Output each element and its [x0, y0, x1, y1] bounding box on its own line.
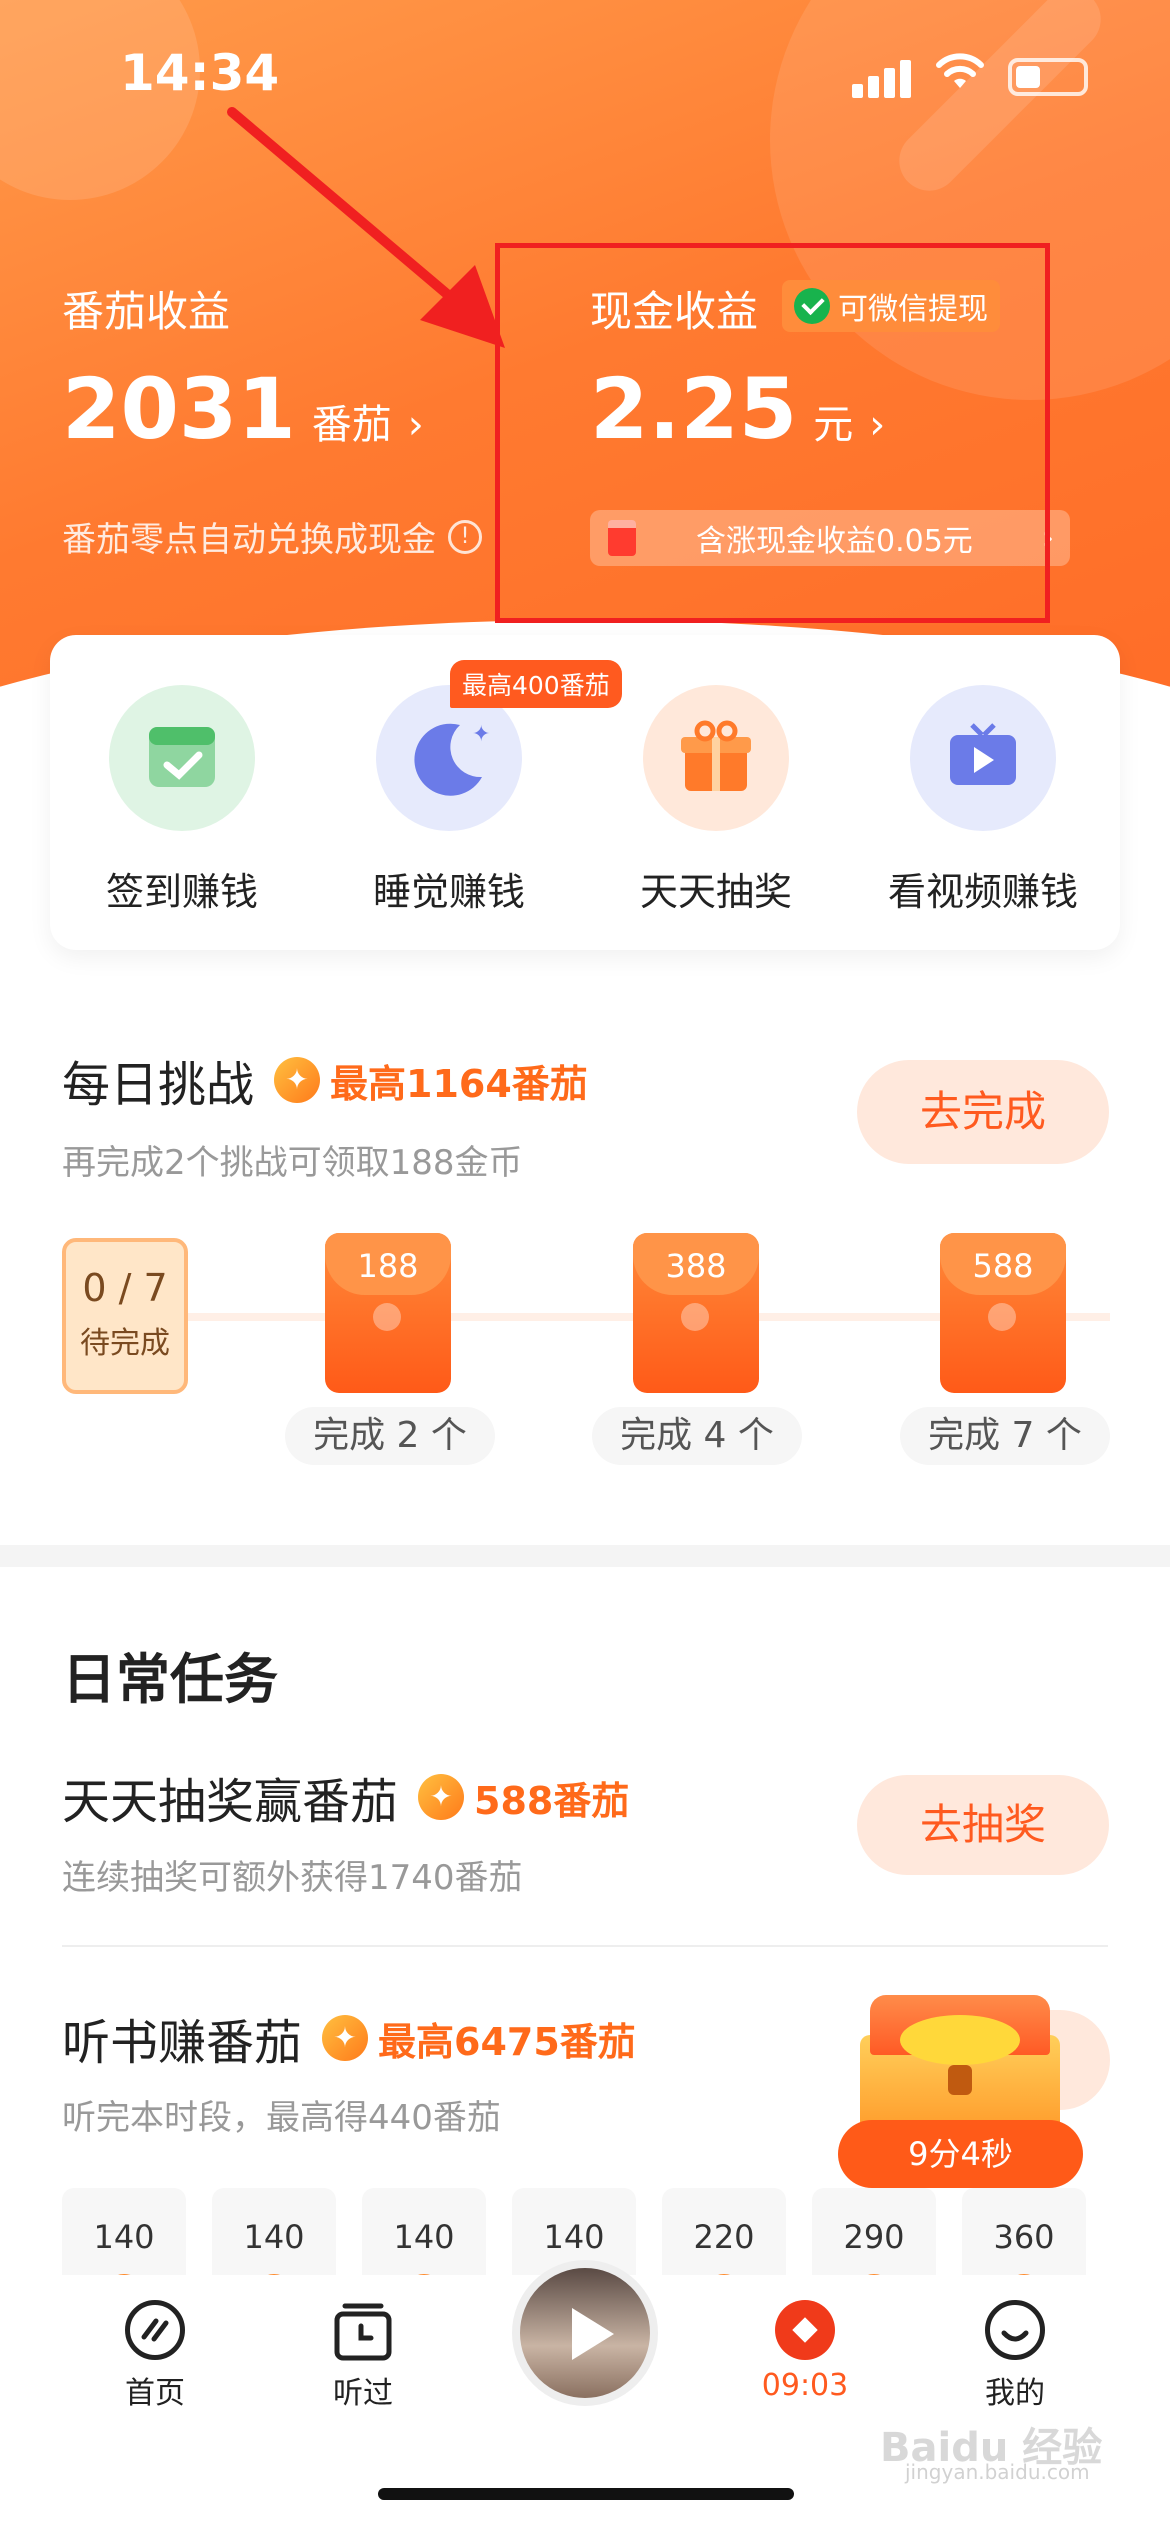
challenge-progress-counter: 0 / 7 待完成 — [62, 1238, 188, 1394]
info-icon[interactable]: ! — [448, 519, 482, 554]
challenge-progress-status: 待完成 — [80, 1326, 170, 1361]
milestone-caption: 完成 4 个 — [592, 1407, 802, 1465]
daily-challenge-title: 每日挑战 — [62, 1057, 255, 1113]
milestone-amount: 388 — [665, 1247, 727, 1285]
calendar-check-icon — [109, 685, 255, 831]
task-listen-header: 听书赚番茄 最高6475番茄 — [62, 2003, 636, 2073]
hour-reward-amount: 290 — [843, 2218, 905, 2256]
quick-action-video[interactable]: 看视频赚钱 — [883, 685, 1083, 916]
milestone-amount: 188 — [357, 1247, 419, 1285]
tomato-earnings-value: 2031 — [62, 360, 296, 458]
tomato-coin-icon — [322, 2015, 369, 2061]
milestone-amount: 588 — [972, 1247, 1034, 1285]
milestone-caption: 完成 2 个 — [285, 1407, 495, 1465]
tab-profile[interactable]: 我的 — [945, 2300, 1085, 2412]
status-time: 14:34 — [120, 44, 280, 102]
watermark-url: jingyan.baidu.com — [905, 2460, 1090, 2484]
tab-history[interactable]: 听过 — [293, 2300, 433, 2412]
daily-challenge-header: 每日挑战 最高1164番茄 — [62, 1045, 588, 1115]
treasure-chest-icon[interactable] — [840, 1995, 1060, 2140]
tab-label: 09:03 — [761, 2368, 849, 2403]
milestone-caption: 完成 7 个 — [900, 1407, 1110, 1465]
annotation-arrow — [227, 107, 505, 348]
history-icon — [334, 2303, 392, 2361]
tomato-coin-icon — [274, 1057, 321, 1103]
tomato-coin-icon — [418, 1774, 465, 1820]
profile-smile-icon — [985, 2300, 1045, 2360]
sleep-reward-badge: 最高400番茄 — [450, 660, 622, 708]
quick-action-sleep[interactable]: ✦ 睡觉赚钱 — [349, 685, 549, 916]
tab-label: 听过 — [333, 2376, 393, 2411]
quick-action-signin[interactable]: 签到赚钱 — [82, 685, 282, 916]
annotation-highlight-box — [495, 243, 1050, 623]
quick-action-label: 签到赚钱 — [105, 870, 258, 914]
milestone-red-envelope[interactable]: 588 — [940, 1233, 1066, 1393]
home-indicator[interactable] — [378, 2488, 794, 2500]
task-reward: 588番茄 — [474, 1778, 630, 1823]
tab-label: 我的 — [985, 2376, 1045, 2411]
task-divider — [62, 1945, 1108, 1947]
quick-action-label: 看视频赚钱 — [887, 870, 1078, 914]
wifi-icon — [936, 53, 984, 88]
player-avatar[interactable] — [512, 2260, 658, 2406]
daily-challenge-subtitle: 再完成2个挑战可领取188金币 — [62, 1143, 523, 1183]
play-icon — [572, 2308, 614, 2360]
gift-icon — [643, 685, 789, 831]
lock-icon — [681, 1303, 709, 1331]
task-reward: 最高6475番茄 — [378, 2019, 636, 2064]
home-icon — [125, 2300, 185, 2360]
daily-challenge-reward: 最高1164番茄 — [330, 1061, 588, 1106]
challenge-progress-count: 0 / 7 — [82, 1266, 168, 1310]
milestone-red-envelope[interactable]: 388 — [633, 1233, 759, 1393]
daily-challenge-button[interactable]: 去完成 — [857, 1060, 1109, 1164]
task-lottery-button[interactable]: 去抽奖 — [857, 1775, 1109, 1875]
chest-timer[interactable]: 9分4秒 — [838, 2120, 1083, 2188]
chevron-right-icon: › — [407, 402, 424, 448]
hour-reward-amount: 220 — [693, 2218, 755, 2256]
hour-reward-amount: 140 — [243, 2218, 305, 2256]
quick-action-lottery[interactable]: 天天抽奖 — [616, 685, 816, 916]
section-divider — [0, 1545, 1170, 1567]
tomato-exchange-note: 番茄零点自动兑换成现金 ! — [62, 512, 482, 561]
task-subtitle: 听完本时段，最高得440番茄 — [62, 2098, 501, 2138]
task-title: 天天抽奖赢番茄 — [62, 1774, 399, 1830]
tomato-earnings-link[interactable]: 2031 番茄 › — [62, 360, 424, 458]
tomato-exchange-text: 番茄零点自动兑换成现金 — [62, 520, 436, 560]
daily-tasks-title: 日常任务 — [62, 1648, 278, 1711]
task-subtitle: 连续抽奖可额外获得1740番茄 — [62, 1858, 523, 1898]
app-root: 14:34 番茄收益 2031 番茄 › 番茄零点自动兑换成现金 ! 现金收益 … — [0, 0, 1170, 2532]
tomato-earnings-unit: 番茄 — [311, 402, 392, 448]
red-packet-icon — [775, 2300, 835, 2360]
hour-reward-amount: 360 — [993, 2218, 1055, 2256]
tab-label: 首页 — [125, 2376, 185, 2411]
cellular-signal-icon — [852, 58, 912, 98]
tab-reward-timer[interactable]: 09:03 — [735, 2300, 875, 2403]
task-title: 听书赚番茄 — [62, 2015, 303, 2071]
task-lottery-header: 天天抽奖赢番茄 588番茄 — [62, 1762, 629, 1832]
hour-reward-amount: 140 — [93, 2218, 155, 2256]
battery-icon — [1008, 58, 1088, 96]
lock-icon — [373, 1303, 401, 1331]
lock-icon — [988, 1303, 1016, 1331]
tomato-earnings-label: 番茄收益 — [62, 287, 231, 336]
hour-reward-amount: 140 — [543, 2218, 605, 2256]
svg-text:✦: ✦ — [472, 722, 490, 747]
quick-action-label: 睡觉赚钱 — [372, 870, 525, 914]
quick-action-label: 天天抽奖 — [639, 870, 792, 914]
hour-reward-amount: 140 — [393, 2218, 455, 2256]
tab-home[interactable]: 首页 — [85, 2300, 225, 2412]
milestone-red-envelope[interactable]: 188 — [325, 1233, 451, 1393]
tv-icon — [910, 685, 1056, 831]
